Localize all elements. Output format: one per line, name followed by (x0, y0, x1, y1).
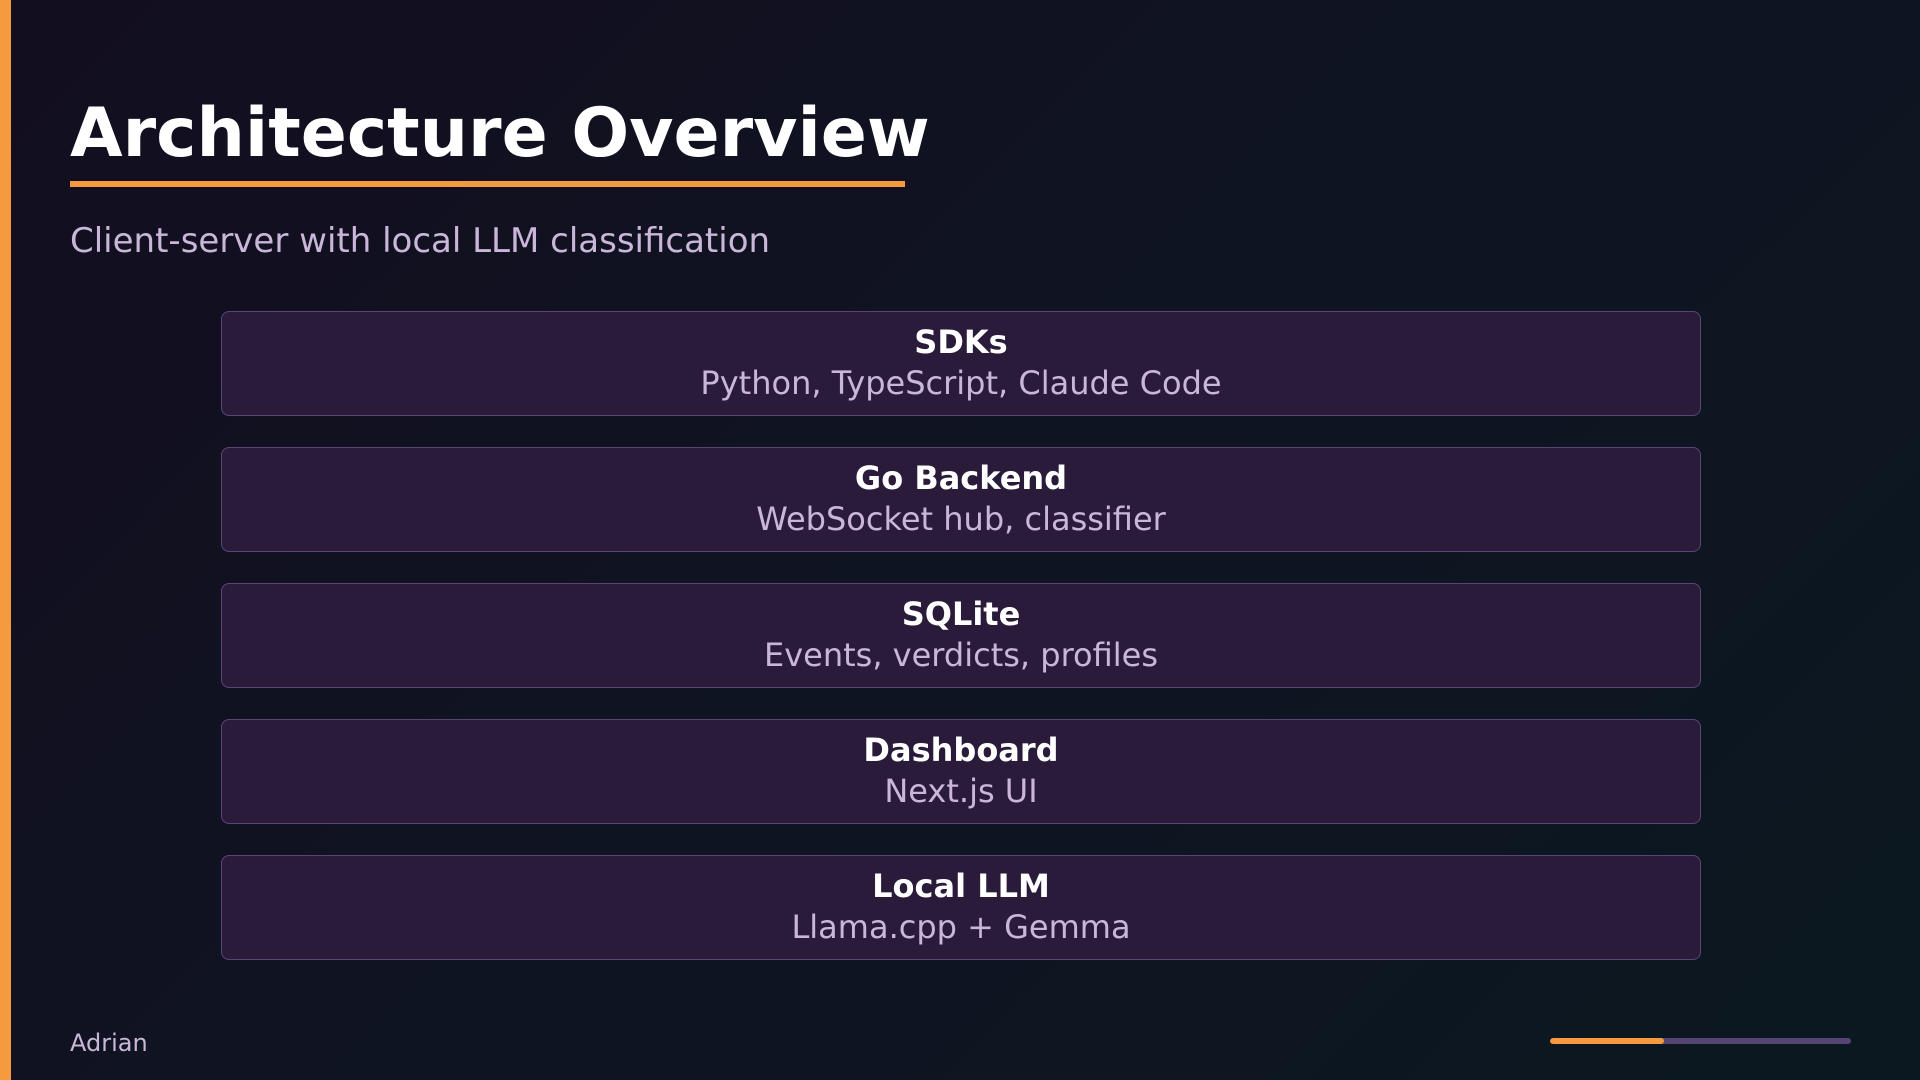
layer-name: Local LLM (872, 867, 1050, 905)
architecture-layers: SDKs Python, TypeScript, Claude Code Go … (221, 311, 1701, 991)
layer-description: Events, verdicts, profiles (763, 636, 1158, 674)
layer-name: SDKs (914, 323, 1008, 361)
layer-name: Go Backend (854, 459, 1068, 497)
layer-dashboard: Dashboard Next.js UI (221, 719, 1701, 824)
layer-description: WebSocket hub, classifier (756, 500, 1166, 538)
slide-title: Architecture Overview (70, 94, 930, 173)
layer-description: Llama.cpp + Gemma (791, 908, 1131, 946)
slide-subtitle: Client-server with local LLM classificat… (70, 221, 771, 261)
slide-progress-fill (1550, 1038, 1665, 1044)
layer-sqlite: SQLite Events, verdicts, profiles (221, 583, 1701, 688)
layer-description: Next.js UI (884, 772, 1038, 810)
layer-name: SQLite (901, 595, 1021, 633)
slide-progress-bar (1550, 1038, 1851, 1044)
footer-author: Adrian (70, 1029, 148, 1057)
layer-local-llm: Local LLM Llama.cpp + Gemma (221, 855, 1701, 960)
title-underline (70, 181, 905, 187)
layer-description: Python, TypeScript, Claude Code (700, 364, 1222, 402)
layer-go-backend: Go Backend WebSocket hub, classifier (221, 447, 1701, 552)
left-accent-bar (0, 0, 11, 1080)
layer-name: Dashboard (863, 731, 1059, 769)
layer-sdks: SDKs Python, TypeScript, Claude Code (221, 311, 1701, 416)
